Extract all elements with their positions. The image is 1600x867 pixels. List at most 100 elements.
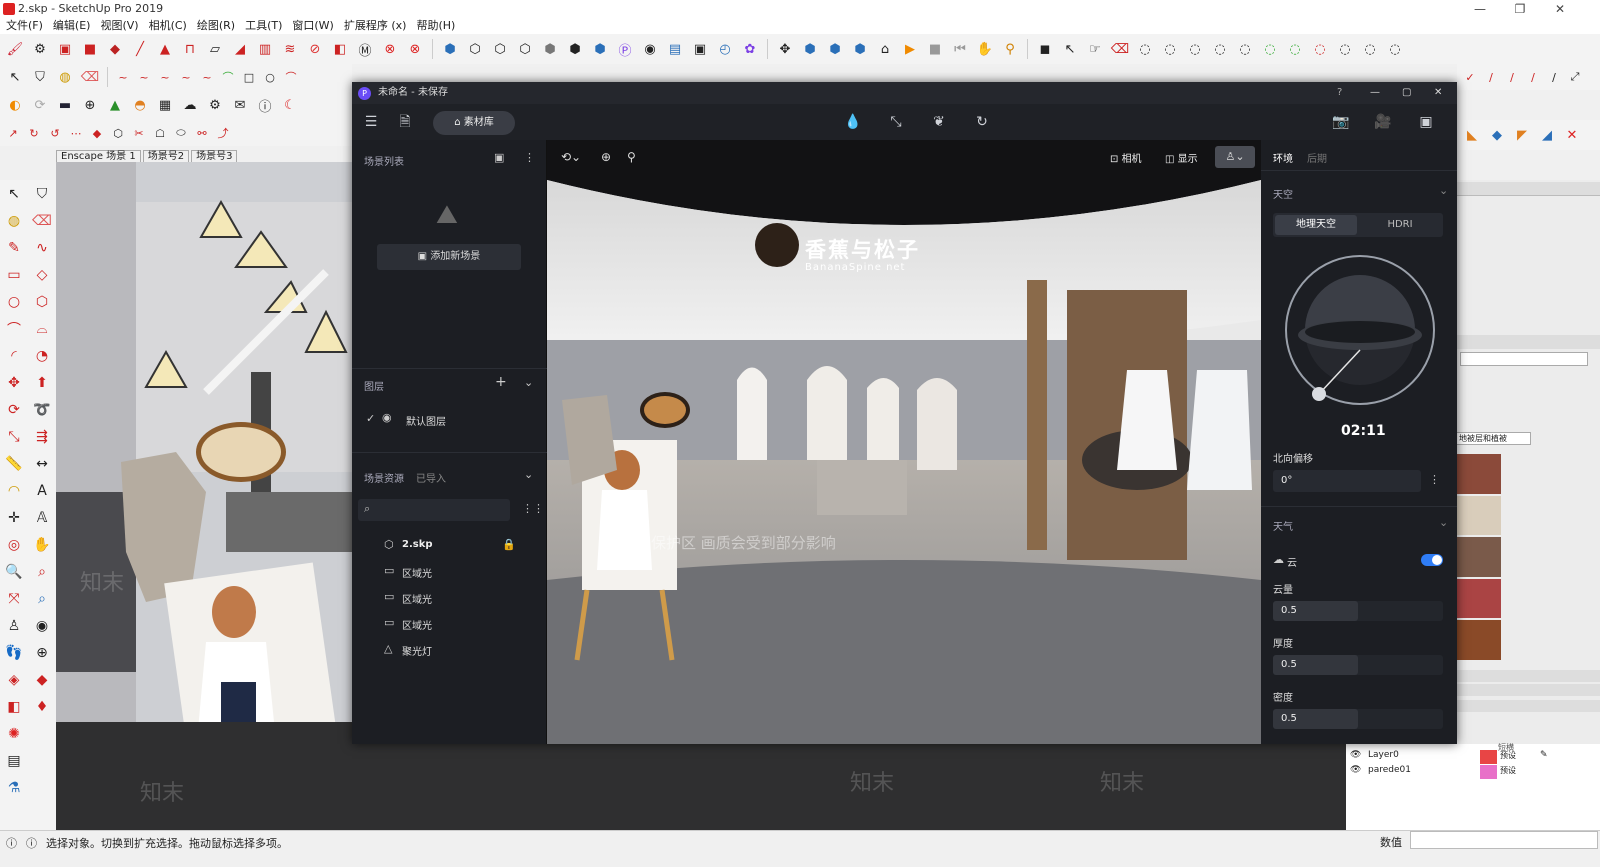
render-icon[interactable]: ▤: [664, 38, 686, 60]
look-around-icon[interactable]: ◉: [31, 615, 53, 637]
help-icon[interactable]: ?: [1337, 82, 1342, 104]
box3d-icon[interactable]: ⬢: [799, 38, 821, 60]
menu-help[interactable]: 帮助(H): [414, 18, 457, 34]
hand-icon[interactable]: ☞: [1084, 38, 1106, 60]
add-icon[interactable]: ⊕: [79, 94, 101, 116]
refresh-icon[interactable]: ↻: [971, 111, 993, 133]
menu-edit[interactable]: 编辑(E): [51, 18, 93, 34]
rotate-tool-icon[interactable]: ⟳: [3, 399, 25, 421]
d5-viewport[interactable]: 香蕉与松子 BananaSpine net 水印保护区 画质会受到部分影响 ⟲⌄…: [547, 140, 1261, 744]
density-slider[interactable]: 0.5: [1273, 709, 1443, 729]
close-circle-2-icon[interactable]: ⊗: [404, 38, 426, 60]
pin-icon[interactable]: ⚲: [999, 38, 1021, 60]
assets-tab[interactable]: 场景资源: [364, 470, 404, 485]
north-offset-input[interactable]: 0°: [1273, 470, 1421, 492]
imported-tab[interactable]: 已导入: [416, 470, 446, 485]
layer-tool-icon[interactable]: ◈: [3, 669, 25, 691]
prev-icon[interactable]: ⏮: [949, 38, 971, 60]
shape-r1-icon[interactable]: ◣: [1461, 124, 1483, 146]
freehand-icon[interactable]: ∿: [31, 237, 53, 259]
panel-header-4[interactable]: [1456, 684, 1600, 696]
box3d-2-icon[interactable]: ⬢: [824, 38, 846, 60]
clock-icon[interactable]: ◴: [714, 38, 736, 60]
eraser-icon[interactable]: ⌫: [1109, 38, 1131, 60]
asset-search-input[interactable]: ⌕: [358, 499, 510, 521]
swatch-gravel[interactable]: [1456, 537, 1501, 577]
front-view-icon[interactable]: ⬡: [489, 38, 511, 60]
asset-item[interactable]: ⬡ 2.skp 🔒: [352, 533, 547, 559]
transform-tool-icon[interactable]: ⟲⌄: [561, 150, 581, 164]
sync-icon[interactable]: ◉: [639, 38, 661, 60]
tool-r2-icon[interactable]: ∕: [1482, 68, 1500, 86]
layers-icon[interactable]: ≋: [279, 38, 301, 60]
top-view-icon[interactable]: ⬡: [464, 38, 486, 60]
tab-post[interactable]: 后期: [1307, 150, 1327, 165]
box-icon[interactable]: ■: [79, 38, 101, 60]
swatch-wood[interactable]: [1456, 620, 1501, 660]
ring8-icon[interactable]: ◌: [1309, 38, 1331, 60]
ring2-icon[interactable]: ◌: [1159, 38, 1181, 60]
geo-sky-tab[interactable]: 地理天空: [1275, 215, 1357, 235]
component-tool-icon[interactable]: ⛉: [31, 183, 53, 205]
arc-icon[interactable]: ⌒: [282, 68, 300, 86]
sun-icon[interactable]: ◓: [129, 94, 151, 116]
ring3-icon[interactable]: ◌: [1184, 38, 1206, 60]
thickness-slider[interactable]: 0.5: [1273, 655, 1443, 675]
shape-r3-icon[interactable]: ◤: [1511, 124, 1533, 146]
menu-window[interactable]: 窗口(W): [290, 18, 335, 34]
tool-r4-icon[interactable]: ∕: [1524, 68, 1542, 86]
chevron-down-icon[interactable]: ⌄: [1439, 516, 1448, 529]
tool-k-icon[interactable]: ⤴: [214, 124, 232, 142]
house-icon[interactable]: ⌂: [874, 38, 896, 60]
check-icon[interactable]: ✓: [366, 412, 375, 425]
swatch-stone[interactable]: [1456, 495, 1501, 536]
text-tool-icon[interactable]: A: [31, 480, 53, 502]
paint-bucket-icon[interactable]: ◍: [3, 210, 25, 232]
tool-g-icon[interactable]: ✂: [130, 124, 148, 142]
cube-icon[interactable]: ◆: [104, 38, 126, 60]
info-icon[interactable]: ⓘ: [26, 835, 37, 851]
cloud-upload-icon[interactable]: ☁: [179, 94, 201, 116]
play-icon[interactable]: ▶: [899, 38, 921, 60]
tool-b-icon[interactable]: ↻: [25, 124, 43, 142]
pencil-icon[interactable]: ✎: [3, 237, 25, 259]
layer-row[interactable]: 👁 parede01 预设: [1350, 765, 1590, 779]
close-circle-icon[interactable]: ⊗: [379, 38, 401, 60]
stop-icon[interactable]: ■: [924, 38, 946, 60]
select-tool-icon[interactable]: ↖: [3, 183, 25, 205]
menu-camera[interactable]: 相机(C): [147, 18, 189, 34]
eraser-tool-icon[interactable]: ⌫: [31, 210, 53, 232]
menu-file[interactable]: 文件(F): [4, 18, 45, 34]
more-icon[interactable]: ⋮: [524, 151, 535, 164]
curve6-icon[interactable]: ⌒: [219, 68, 237, 86]
move-icon[interactable]: ✥: [774, 38, 796, 60]
settings2-icon[interactable]: ⚙: [204, 94, 226, 116]
box3d-3-icon[interactable]: ⬢: [849, 38, 871, 60]
axes-icon[interactable]: ✛: [3, 507, 25, 529]
panel-header-5[interactable]: [1456, 700, 1600, 712]
sun-settings-icon[interactable]: ✺: [3, 723, 25, 745]
d5-plugin-icon[interactable]: Ⓟ: [614, 38, 636, 60]
shadow-icon[interactable]: ◧: [3, 696, 25, 718]
lock-icon[interactable]: 🔒: [502, 538, 516, 551]
asset-item[interactable]: ▭ 区域光: [352, 611, 547, 637]
orbit-icon[interactable]: ◎: [3, 534, 25, 556]
outliner-icon[interactable]: ▤: [3, 750, 25, 772]
layer-color-swatch[interactable]: [1480, 765, 1497, 779]
section-icon[interactable]: ▣: [54, 38, 76, 60]
door-icon[interactable]: ⊓: [179, 38, 201, 60]
color-icon[interactable]: ◼: [1034, 38, 1056, 60]
checker-icon[interactable]: ▦: [154, 94, 176, 116]
link-icon[interactable]: ▬: [54, 94, 76, 116]
rect-icon[interactable]: □: [240, 68, 258, 86]
iso-view-icon[interactable]: ⬢: [439, 38, 461, 60]
add-scene-button[interactable]: ▣ 添加新场景: [377, 244, 521, 270]
scale-tool-icon[interactable]: ⤡: [3, 426, 25, 448]
asset-item[interactable]: ▭ 区域光: [352, 559, 547, 585]
mail-icon[interactable]: ✉: [229, 94, 251, 116]
sun-position-dial[interactable]: [1283, 253, 1437, 407]
pick-icon[interactable]: ⚲: [627, 150, 636, 164]
walk-icon[interactable]: 👣: [3, 642, 25, 664]
3dtext-icon[interactable]: 𝔸: [31, 507, 53, 529]
panel-icon[interactable]: ◧: [329, 38, 351, 60]
